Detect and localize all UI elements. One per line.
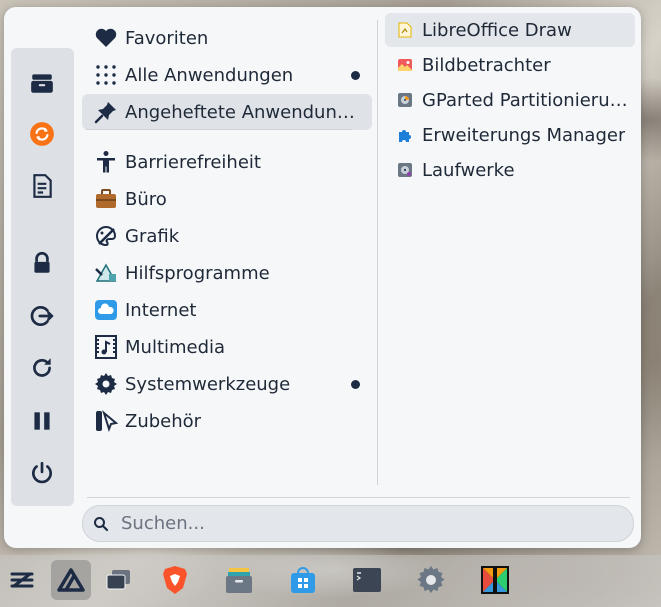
image-viewer-icon <box>397 57 413 73</box>
workspaces-icon <box>106 570 130 590</box>
software-update-icon[interactable] <box>24 116 60 152</box>
search-input[interactable] <box>119 512 603 535</box>
category-internet[interactable]: Internet <box>82 292 372 328</box>
settings-icon <box>417 566 445 593</box>
file-manager-icon[interactable] <box>24 65 60 101</box>
category-label: Angeheftete Anwendung... <box>125 101 361 123</box>
category-barrierefreiheit[interactable]: Barrierefreiheit <box>82 144 372 180</box>
pin-icon <box>94 100 118 124</box>
category-zubehoer[interactable]: Zubehör <box>82 403 372 439</box>
category-multimedia[interactable]: Multimedia <box>82 329 372 365</box>
category-favoriten[interactable]: Favoriten <box>82 20 372 56</box>
terminal-button[interactable] <box>347 560 387 600</box>
app-bildbetrachter[interactable]: Bildbetrachter <box>385 48 635 82</box>
gear-icon <box>94 372 118 396</box>
puzzle-icon <box>397 127 413 143</box>
column-separator <box>377 20 378 485</box>
zorin-app-button[interactable] <box>51 560 91 600</box>
software-store-icon <box>291 567 315 593</box>
power-icon[interactable] <box>24 455 60 491</box>
multicolor-app-icon <box>481 566 509 594</box>
app-label: Erweiterungs Manager <box>422 124 626 146</box>
category-label: Multimedia <box>125 336 226 358</box>
app-gparted[interactable]: GParted Partitionierun... <box>385 83 635 117</box>
category-label: Büro <box>125 188 167 210</box>
category-separator <box>86 129 352 130</box>
category-label: Zubehör <box>125 410 202 432</box>
text-editor-icon[interactable] <box>24 168 60 204</box>
zorin-app-icon <box>57 568 85 592</box>
disks-icon <box>397 162 413 178</box>
workspaces-button[interactable] <box>99 560 139 600</box>
cloud-icon <box>94 298 118 322</box>
accessories-icon <box>94 409 118 433</box>
app-label: Laufwerke <box>422 159 515 181</box>
category-label: Internet <box>125 299 197 321</box>
search-separator <box>87 497 630 498</box>
gparted-icon <box>397 92 413 108</box>
taskbar <box>0 555 661 607</box>
app-menu: Favoriten Alle Anwendungen Angeheftete A… <box>4 7 641 548</box>
sidebar <box>11 48 74 506</box>
search-icon <box>94 516 109 531</box>
category-label: Alle Anwendungen <box>125 64 294 86</box>
terminal-icon <box>353 568 381 592</box>
files-button[interactable] <box>219 560 259 600</box>
app-label: GParted Partitionierun... <box>422 89 635 111</box>
category-label: Favoriten <box>125 27 209 49</box>
heart-icon <box>94 26 118 50</box>
graphics-icon <box>94 224 118 248</box>
settings-button[interactable] <box>411 560 451 600</box>
logout-icon[interactable] <box>24 298 60 334</box>
category-label: Systemwerkzeuge <box>125 373 291 395</box>
utilities-icon <box>94 261 118 285</box>
running-indicator-dot <box>351 380 360 389</box>
category-label: Barrierefreiheit <box>125 151 261 173</box>
briefcase-icon <box>94 187 118 211</box>
category-systemwerkzeuge[interactable]: Systemwerkzeuge <box>82 366 372 402</box>
category-label: Grafik <box>125 225 180 247</box>
search-bar[interactable] <box>82 505 634 542</box>
brave-browser-icon <box>163 566 187 594</box>
suspend-icon[interactable] <box>24 403 60 439</box>
app-erweiterungs-manager[interactable]: Erweiterungs Manager <box>385 118 635 152</box>
zorin-menu-button[interactable] <box>2 560 42 600</box>
zorin-menu-icon <box>10 572 34 588</box>
grid-icon <box>94 63 118 87</box>
category-grafik[interactable]: Grafik <box>82 218 372 254</box>
accessibility-icon <box>94 150 118 174</box>
app-laufwerke[interactable]: Laufwerke <box>385 153 635 187</box>
app-label: Bildbetrachter <box>422 54 551 76</box>
files-icon <box>226 568 252 593</box>
category-alle-anwendungen[interactable]: Alle Anwendungen <box>82 57 372 93</box>
category-hilfsprogramme[interactable]: Hilfsprogramme <box>82 255 372 291</box>
brave-browser-button[interactable] <box>155 560 195 600</box>
libreoffice-draw-icon <box>397 22 413 38</box>
multicolor-app-button[interactable] <box>475 560 515 600</box>
app-libreoffice-draw[interactable]: LibreOffice Draw <box>385 13 635 47</box>
restart-icon[interactable] <box>24 350 60 386</box>
lock-icon[interactable] <box>24 245 60 281</box>
category-buero[interactable]: Büro <box>82 181 372 217</box>
multimedia-icon <box>94 335 118 359</box>
software-store-button[interactable] <box>283 560 323 600</box>
running-indicator-dot <box>351 71 360 80</box>
category-angeheftete-anwendungen[interactable]: Angeheftete Anwendung... <box>82 94 372 130</box>
app-label: LibreOffice Draw <box>422 19 572 41</box>
category-label: Hilfsprogramme <box>125 262 270 284</box>
